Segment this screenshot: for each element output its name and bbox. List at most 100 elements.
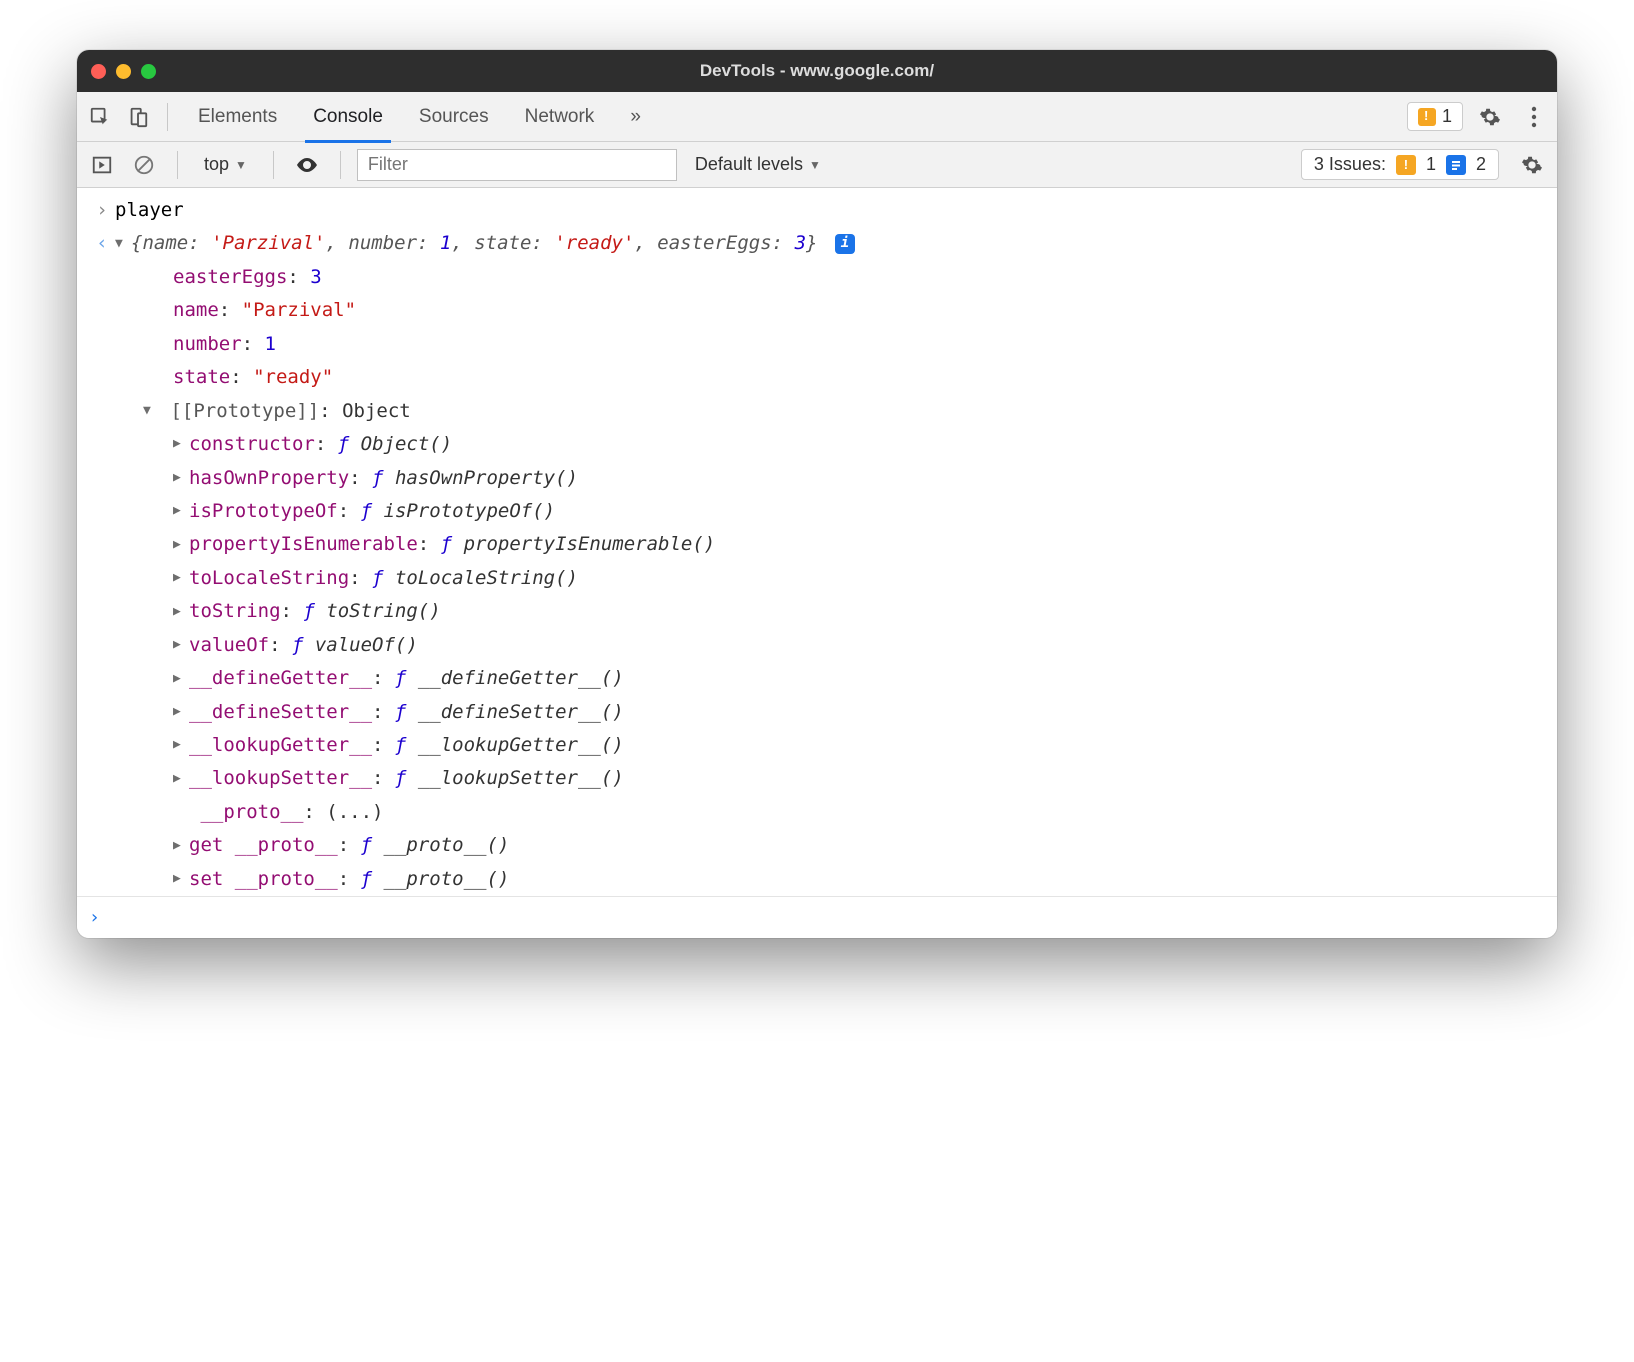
disclosure-triangle-icon[interactable] (173, 535, 189, 555)
property-row[interactable]: name: "Parzival" (77, 294, 1557, 327)
proto-method-row[interactable]: isPrototypeOf: ƒ isPrototypeOf() (77, 495, 1557, 528)
property-key: __lookupGetter__ (189, 734, 372, 756)
property-key: isPrototypeOf (189, 500, 338, 522)
issues-counter[interactable]: 3 Issues: ! 1 2 (1301, 149, 1499, 180)
toggle-sidebar-icon[interactable] (85, 148, 119, 182)
property-key: __proto__ (200, 801, 303, 823)
disclosure-triangle-icon[interactable] (173, 702, 189, 722)
tab-console[interactable]: Console (295, 92, 401, 142)
disclosure-triangle-icon[interactable] (173, 434, 189, 454)
console-prompt[interactable]: › (77, 896, 1557, 938)
disclosure-triangle-icon[interactable] (115, 234, 131, 254)
proto-accessor-row[interactable]: get __proto__: ƒ __proto__() (77, 829, 1557, 862)
input-chevron-icon: › (89, 196, 115, 225)
property-key: set __proto__ (189, 868, 338, 890)
console-input-row: › player (77, 194, 1557, 227)
property-row[interactable]: state: "ready" (77, 361, 1557, 394)
property-key: easterEggs (173, 266, 287, 288)
context-selector[interactable]: top ▼ (194, 150, 257, 179)
titlebar: DevTools - www.google.com/ (77, 50, 1557, 92)
proto-accessor-row[interactable]: set __proto__: ƒ __proto__() (77, 863, 1557, 896)
proto-method-row[interactable]: toLocaleString: ƒ toLocaleString() (77, 562, 1557, 595)
disclosure-triangle-icon[interactable] (173, 836, 189, 856)
disclosure-triangle-icon[interactable] (173, 669, 189, 689)
traffic-lights (91, 64, 156, 79)
console-settings-gear-icon[interactable] (1515, 148, 1549, 182)
property-value: "ready" (253, 366, 333, 388)
clear-console-icon[interactable] (127, 148, 161, 182)
proto-method-row[interactable]: constructor: ƒ Object() (77, 428, 1557, 461)
info-badge-icon[interactable]: i (835, 234, 855, 254)
tab-network[interactable]: Network (507, 92, 613, 142)
zoom-window-button[interactable] (141, 64, 156, 79)
devtools-window: DevTools - www.google.com/ Elements Cons… (77, 50, 1557, 938)
context-label: top (204, 154, 229, 175)
proto-method-row[interactable]: __defineGetter__: ƒ __defineGetter__() (77, 662, 1557, 695)
main-tabbar: Elements Console Sources Network » 1 (77, 92, 1557, 142)
info-icon (1446, 155, 1466, 175)
property-key: __lookupSetter__ (189, 767, 372, 789)
tab-elements[interactable]: Elements (180, 92, 295, 142)
disclosure-triangle-icon[interactable] (173, 769, 189, 789)
function-name: __proto__() (384, 834, 510, 856)
property-row[interactable]: easterEggs: 3 (77, 261, 1557, 294)
warning-icon (1418, 108, 1436, 126)
console-output-row[interactable]: ‹ {name: 'Parzival', number: 1, state: '… (77, 227, 1557, 260)
disclosure-triangle-icon[interactable] (173, 568, 189, 588)
warnings-count: 1 (1442, 106, 1452, 127)
property-key: hasOwnProperty (189, 467, 349, 489)
disclosure-triangle-icon[interactable] (173, 468, 189, 488)
warnings-badge[interactable]: 1 (1407, 102, 1463, 131)
prototype-row[interactable]: [[Prototype]]: Object (77, 395, 1557, 428)
property-row[interactable]: number: 1 (77, 328, 1557, 361)
filter-input[interactable] (357, 149, 677, 181)
function-name: toLocaleString() (395, 567, 578, 589)
disclosure-triangle-icon[interactable] (173, 635, 189, 655)
function-name: propertyIsEnumerable() (464, 533, 716, 555)
disclosure-triangle-icon[interactable] (173, 869, 189, 889)
prototype-value: Object (342, 400, 411, 422)
property-value: 1 (265, 333, 276, 355)
tab-sources[interactable]: Sources (401, 92, 507, 142)
more-menu-icon[interactable] (1517, 100, 1551, 134)
proto-method-row[interactable]: valueOf: ƒ valueOf() (77, 629, 1557, 662)
disclosure-triangle-icon[interactable] (143, 401, 159, 421)
tabs-overflow[interactable]: » (612, 92, 659, 142)
warning-icon: ! (1396, 155, 1416, 175)
function-name: isPrototypeOf() (384, 500, 556, 522)
property-key: __defineSetter__ (189, 701, 372, 723)
proto-method-row[interactable]: propertyIsEnumerable: ƒ propertyIsEnumer… (77, 528, 1557, 561)
proto-ellipsis-row[interactable]: __proto__: (...) (77, 796, 1557, 829)
log-level-selector[interactable]: Default levels ▼ (695, 154, 821, 175)
separator (167, 103, 168, 131)
level-label: Default levels (695, 154, 803, 175)
device-toggle-icon[interactable] (121, 100, 155, 134)
property-value: "Parzival" (242, 299, 356, 321)
disclosure-triangle-icon[interactable] (173, 735, 189, 755)
disclosure-triangle-icon[interactable] (173, 602, 189, 622)
minimize-window-button[interactable] (116, 64, 131, 79)
inspect-element-icon[interactable] (83, 100, 117, 134)
proto-method-row[interactable]: __lookupSetter__: ƒ __lookupSetter__() (77, 762, 1557, 795)
disclosure-triangle-icon[interactable] (173, 501, 189, 521)
issues-warn-count: 1 (1426, 154, 1436, 175)
function-name: valueOf() (315, 634, 418, 656)
property-key: number (173, 333, 242, 355)
property-key: toString (189, 600, 281, 622)
close-window-button[interactable] (91, 64, 106, 79)
function-name: __defineGetter__() (418, 667, 624, 689)
console-input-text: player (115, 196, 1545, 225)
settings-gear-icon[interactable] (1473, 100, 1507, 134)
proto-method-row[interactable]: hasOwnProperty: ƒ hasOwnProperty() (77, 462, 1557, 495)
live-expression-eye-icon[interactable] (290, 148, 324, 182)
proto-method-row[interactable]: __defineSetter__: ƒ __defineSetter__() (77, 696, 1557, 729)
function-name: __proto__() (384, 868, 510, 890)
output-chevron-icon: ‹ (89, 229, 115, 258)
proto-method-row[interactable]: __lookupGetter__: ƒ __lookupGetter__() (77, 729, 1557, 762)
window-title: DevTools - www.google.com/ (77, 61, 1557, 81)
property-key: get __proto__ (189, 834, 338, 856)
function-name: Object() (361, 433, 453, 455)
proto-method-row[interactable]: toString: ƒ toString() (77, 595, 1557, 628)
function-name: toString() (326, 600, 440, 622)
separator (273, 151, 274, 179)
